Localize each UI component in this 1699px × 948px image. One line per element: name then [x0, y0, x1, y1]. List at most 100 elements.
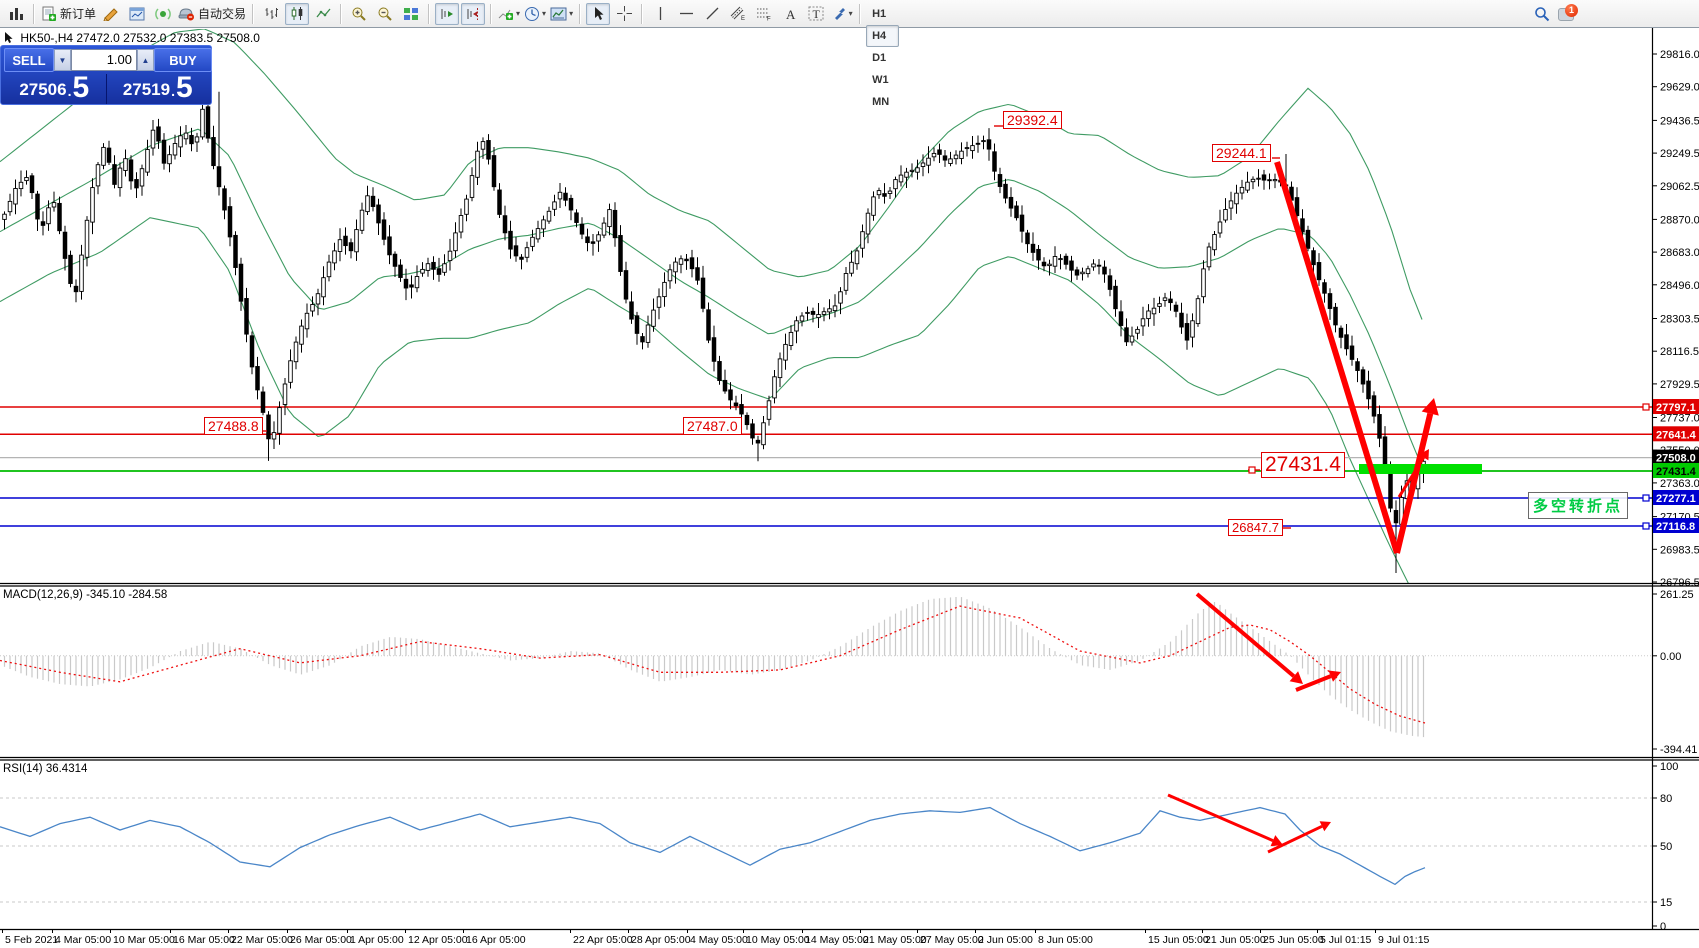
buy-price[interactable]: 27519 . 5: [107, 74, 210, 104]
arrows-menu-button[interactable]: ▾: [830, 3, 854, 25]
search-icon[interactable]: [1530, 3, 1554, 25]
line-chart-type-button[interactable]: [311, 3, 335, 25]
sell-button[interactable]: SELL: [4, 48, 54, 72]
svg-text:27 May 05:00: 27 May 05:00: [920, 934, 984, 946]
object-handle[interactable]: [1643, 523, 1649, 529]
toolbar-separator: [859, 4, 861, 24]
svg-text:27641.4: 27641.4: [1656, 429, 1697, 441]
sell-price-big-digit: 5: [72, 74, 89, 102]
fibonacci-tool-button[interactable]: F: [752, 3, 776, 25]
tab-timeframe-H1[interactable]: H1: [866, 3, 899, 25]
svg-text:21 Jun 05:00: 21 Jun 05:00: [1205, 934, 1266, 946]
svg-text:28116.5: 28116.5: [1660, 346, 1699, 358]
svg-text:26983.5: 26983.5: [1660, 544, 1699, 556]
svg-text:5 Jul 01:15: 5 Jul 01:15: [1320, 934, 1372, 946]
cursor-tool-button[interactable]: [586, 3, 610, 25]
buy-button[interactable]: BUY: [154, 48, 212, 72]
svg-text:261.25: 261.25: [1660, 589, 1694, 601]
volume-decrease-button[interactable]: ▼: [54, 49, 71, 71]
svg-text:26796.5: 26796.5: [1660, 577, 1699, 589]
price-callout-label[interactable]: 29244.1: [1212, 144, 1271, 162]
svg-text:50: 50: [1660, 841, 1672, 853]
svg-text:27797.1: 27797.1: [1656, 402, 1696, 414]
svg-text:80: 80: [1660, 793, 1672, 805]
svg-text:4 Mar 05:00: 4 Mar 05:00: [55, 934, 111, 946]
chart-symbol-ohlc: HK50-,H4 27472.0 27532.0 27383.5 27508.0: [4, 31, 260, 45]
new-order-button[interactable]: 新订单: [40, 3, 97, 25]
chart-shift-button[interactable]: [461, 3, 485, 25]
svg-text:28683.0: 28683.0: [1660, 247, 1699, 259]
bar-chart-type-button[interactable]: [259, 3, 283, 25]
price-callout-label[interactable]: 27487.0: [683, 417, 742, 435]
svg-text:15 Jun 05:00: 15 Jun 05:00: [1148, 934, 1209, 946]
svg-text:28870.0: 28870.0: [1660, 214, 1699, 226]
tab-timeframe-W1[interactable]: W1: [866, 69, 899, 91]
toolbar-separator: [340, 4, 342, 24]
svg-text:27508.0: 27508.0: [1656, 453, 1696, 465]
buy-price-dot: .: [171, 80, 175, 102]
indicators-menu-button[interactable]: ▾: [497, 3, 521, 25]
svg-text:28303.5: 28303.5: [1660, 314, 1699, 326]
autotrading-button[interactable]: 自动交易: [177, 3, 247, 25]
svg-text:16 Mar 05:00: 16 Mar 05:00: [173, 934, 235, 946]
svg-text:4 May 05:00: 4 May 05:00: [690, 934, 748, 946]
price-callout-label[interactable]: 27431.4: [1261, 452, 1345, 478]
svg-text:100: 100: [1660, 761, 1678, 773]
object-handle[interactable]: [1643, 495, 1649, 501]
zoom-out-button[interactable]: [373, 3, 397, 25]
svg-text:27929.5: 27929.5: [1660, 379, 1699, 391]
svg-text:29629.0: 29629.0: [1660, 82, 1699, 94]
svg-text:27116.8: 27116.8: [1656, 521, 1695, 533]
crayon-tool-icon[interactable]: [99, 3, 123, 25]
templates-menu-button[interactable]: ▾: [549, 3, 574, 25]
text-label-tool-button[interactable]: T: [804, 3, 828, 25]
price-callout-label[interactable]: 26847.7: [1228, 519, 1283, 536]
svg-text:28496.0: 28496.0: [1660, 280, 1699, 292]
autotrading-label: 自动交易: [198, 5, 246, 22]
equidistant-channel-tool-button[interactable]: E: [726, 3, 750, 25]
svg-text:0.00: 0.00: [1660, 651, 1681, 663]
svg-text:10 Mar 05:00: 10 Mar 05:00: [113, 934, 175, 946]
toolbar-separator: [579, 4, 581, 24]
svg-text:27737.0: 27737.0: [1660, 413, 1699, 425]
svg-text:26 Mar 05:00: 26 Mar 05:00: [290, 934, 352, 946]
svg-text:27277.1: 27277.1: [1656, 493, 1696, 505]
volume-input[interactable]: 1.00: [71, 49, 137, 71]
text-tool-button[interactable]: A: [778, 3, 802, 25]
price-callout-label[interactable]: 29392.4: [1003, 111, 1062, 129]
notifications-button[interactable]: 1: [1556, 3, 1580, 25]
svg-text:22 Mar 05:00: 22 Mar 05:00: [231, 934, 293, 946]
vertical-line-tool-button[interactable]: [648, 3, 672, 25]
charts-bar-icon[interactable]: [4, 3, 28, 25]
svg-text:8 Jun 05:00: 8 Jun 05:00: [1038, 934, 1093, 946]
chart-canvas[interactable]: MACD(12,26,9) -345.10 -284.58RSI(14) 36.…: [0, 0, 1699, 948]
turning-point-label[interactable]: 多空转折点: [1528, 492, 1628, 519]
periods-menu-button[interactable]: ▾: [523, 3, 547, 25]
svg-text:0: 0: [1660, 921, 1666, 933]
macd-indicator-label: MACD(12,26,9) -345.10 -284.58: [3, 589, 167, 601]
chart-profile-icon[interactable]: [125, 3, 149, 25]
signal-icon[interactable]: [151, 3, 175, 25]
tab-timeframe-H4[interactable]: H4: [866, 25, 899, 47]
auto-scroll-button[interactable]: [435, 3, 459, 25]
volume-increase-button[interactable]: ▲: [137, 49, 154, 71]
svg-text:29249.5: 29249.5: [1660, 148, 1699, 160]
tile-windows-button[interactable]: [399, 3, 423, 25]
svg-text:21 May 05:00: 21 May 05:00: [863, 934, 927, 946]
crosshair-tool-button[interactable]: [612, 3, 636, 25]
object-handle[interactable]: [1249, 467, 1255, 473]
svg-text:5 Feb 2021: 5 Feb 2021: [5, 934, 58, 946]
candlestick-chart-type-button[interactable]: [285, 3, 309, 25]
object-handle[interactable]: [1643, 404, 1649, 410]
sell-price[interactable]: 27506 . 5: [3, 74, 106, 104]
tab-timeframe-D1[interactable]: D1: [866, 47, 899, 69]
sell-price-main: 27506: [19, 78, 66, 102]
zoom-in-button[interactable]: [347, 3, 371, 25]
trading-terminal-window: 新订单 自动交易: [0, 0, 1699, 948]
horizontal-line-tool-button[interactable]: [674, 3, 698, 25]
trendline-tool-button[interactable]: [700, 3, 724, 25]
svg-text:28 Apr 05:00: 28 Apr 05:00: [631, 934, 691, 946]
notification-count-badge: 1: [1565, 4, 1578, 17]
tab-timeframe-MN[interactable]: MN: [866, 91, 899, 113]
price-callout-label[interactable]: 27488.8: [204, 417, 263, 435]
